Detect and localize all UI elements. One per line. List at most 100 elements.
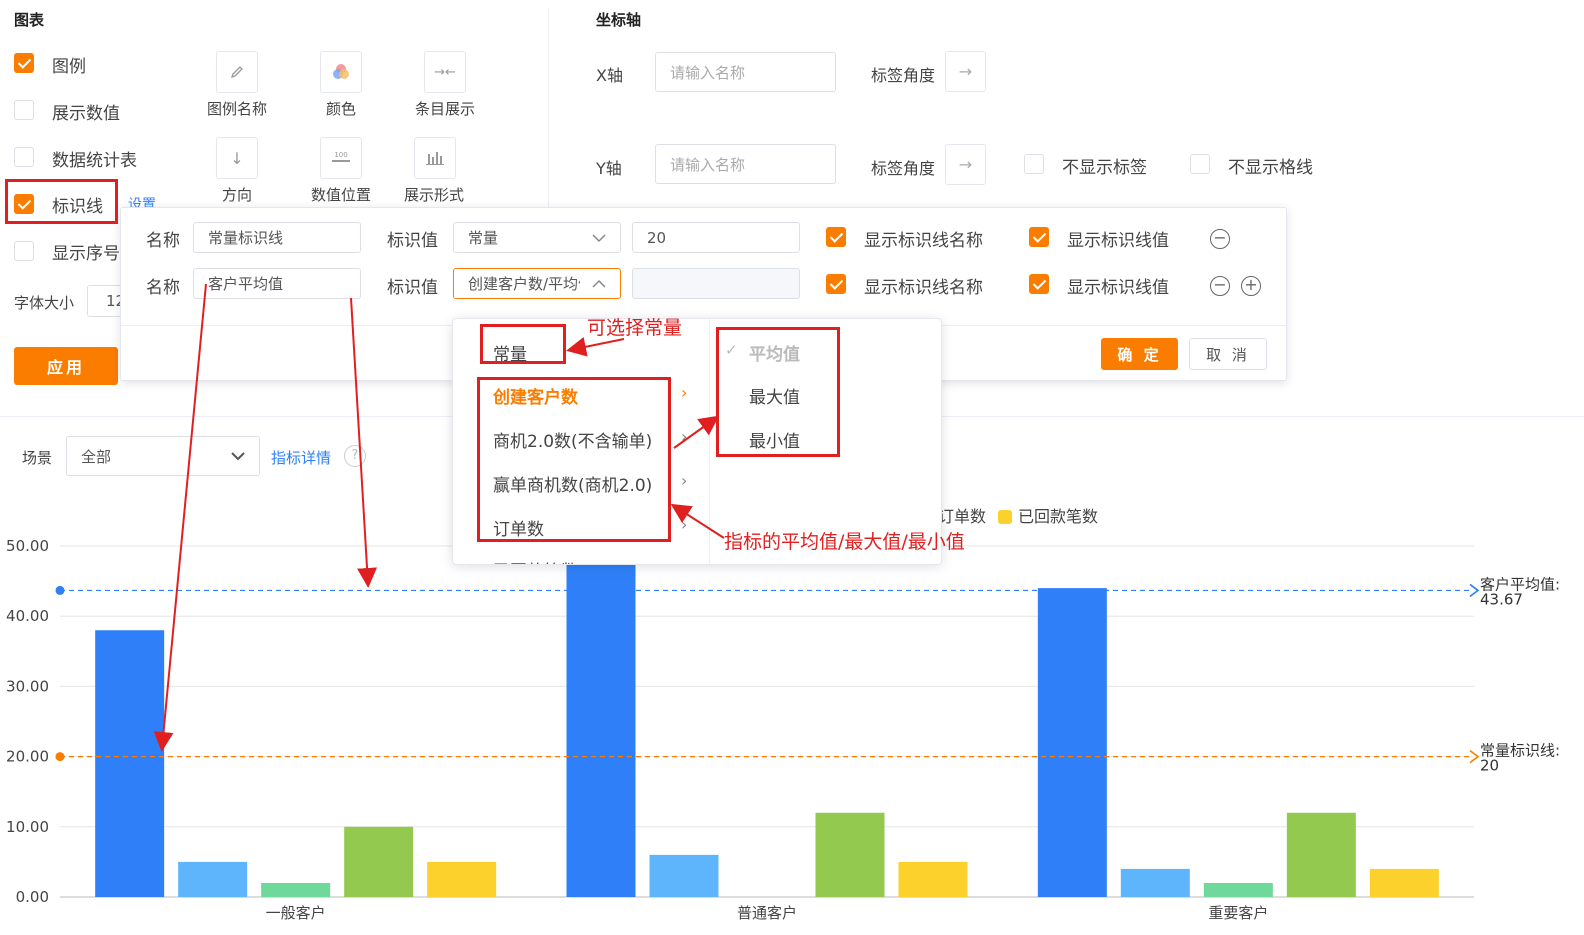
value-position-tool[interactable]: 100 bbox=[320, 137, 362, 179]
x-axis-label: X轴 bbox=[596, 66, 623, 85]
show-index-label: 显示序号 bbox=[52, 244, 120, 264]
help-icon[interactable]: ? bbox=[344, 445, 366, 467]
row2-type-value: 创建客户数/平均值 bbox=[468, 275, 580, 293]
legend-name-tool[interactable] bbox=[216, 51, 258, 93]
row1-constant-input[interactable]: 20 bbox=[632, 222, 800, 253]
x-angle-label: 标签角度 bbox=[871, 66, 936, 85]
chevron-right-icon: › bbox=[681, 471, 688, 490]
collapse-arrows-icon: →← bbox=[434, 64, 456, 80]
minus-icon: − bbox=[1213, 228, 1227, 247]
show-values-checkbox[interactable] bbox=[14, 100, 34, 120]
row2-type-select[interactable]: 创建客户数/平均值 bbox=[453, 268, 621, 299]
bar bbox=[649, 854, 719, 897]
show-index-checkbox[interactable] bbox=[14, 241, 34, 261]
bar bbox=[427, 861, 497, 897]
bar bbox=[1120, 868, 1190, 897]
apply-button[interactable]: 应用 bbox=[14, 347, 118, 385]
minus-icon: − bbox=[1213, 275, 1227, 294]
confirm-button[interactable]: 确 定 bbox=[1101, 338, 1178, 370]
row2-show-name-label: 显示标识线名称 bbox=[864, 278, 983, 298]
color-tool[interactable] bbox=[320, 51, 362, 93]
direction-tool[interactable]: ↓ bbox=[216, 137, 258, 179]
annotation-box-refline bbox=[5, 179, 118, 224]
row2-remove-button[interactable]: − bbox=[1210, 276, 1230, 296]
show-values-label: 展示数值 bbox=[52, 104, 120, 124]
legend-item-paid[interactable]: 已回款笔数 bbox=[998, 503, 1098, 527]
row1-type-select[interactable]: 常量 bbox=[453, 222, 621, 253]
annotation-text-constant: 可选择常量 bbox=[587, 317, 683, 339]
arrow-right-icon: → bbox=[958, 155, 973, 174]
display-form-tool[interactable] bbox=[414, 137, 456, 179]
bar bbox=[566, 563, 636, 897]
scene-select-value: 全部 bbox=[81, 447, 112, 466]
bar bbox=[1369, 868, 1439, 897]
bar bbox=[1203, 882, 1273, 897]
bar-chart-icon bbox=[426, 152, 444, 165]
metric-detail-link[interactable]: 指标详情 bbox=[271, 447, 331, 468]
bar bbox=[1037, 588, 1107, 897]
reference-line-start-dot bbox=[55, 752, 65, 762]
row1-name-label: 名称 bbox=[146, 231, 180, 251]
bar bbox=[898, 861, 968, 897]
y-axis-name-input[interactable]: 请输入名称 bbox=[655, 144, 836, 184]
x-tick-label: 普通客户 bbox=[737, 904, 797, 922]
row2-constant-input[interactable] bbox=[632, 268, 800, 299]
x-tick-label: 一般客户 bbox=[266, 904, 326, 922]
row1-show-value-label: 显示标识线值 bbox=[1067, 231, 1169, 251]
y-angle-button[interactable]: → bbox=[945, 144, 986, 185]
y-angle-label: 标签角度 bbox=[871, 159, 936, 178]
row2-show-value-checkbox[interactable] bbox=[1029, 274, 1049, 294]
row1-show-value-checkbox[interactable] bbox=[1029, 227, 1049, 247]
hide-gridlines-checkbox[interactable] bbox=[1190, 154, 1210, 174]
axis-section-title: 坐标轴 bbox=[596, 11, 642, 29]
cascader-divider bbox=[709, 319, 710, 564]
y-tick-label: 50.00 bbox=[6, 537, 49, 555]
y-tick-label: 10.00 bbox=[6, 818, 49, 836]
legend-name-tool-label: 图例名称 bbox=[206, 100, 267, 118]
y-tick-label: 20.00 bbox=[6, 748, 49, 766]
x-angle-button[interactable]: → bbox=[945, 51, 986, 92]
row1-type-value: 常量 bbox=[468, 229, 499, 247]
legend-swatch-paid bbox=[998, 510, 1012, 524]
scene-label: 场景 bbox=[22, 449, 53, 467]
data-table-label: 数据统计表 bbox=[52, 151, 137, 171]
y-tick-label: 0.00 bbox=[16, 888, 49, 906]
row1-name-input[interactable]: 常量标识线 bbox=[193, 222, 361, 253]
scene-select[interactable]: 全部 bbox=[66, 436, 260, 476]
hide-labels-checkbox[interactable] bbox=[1024, 154, 1044, 174]
legend-item-orders[interactable]: 订单数 bbox=[938, 503, 986, 527]
row2-show-name-checkbox[interactable] bbox=[826, 274, 846, 294]
legend-option-label: 图例 bbox=[52, 57, 86, 77]
cancel-button[interactable]: 取 消 bbox=[1189, 338, 1267, 370]
hide-labels-label: 不显示标签 bbox=[1062, 158, 1147, 178]
row1-show-name-checkbox[interactable] bbox=[826, 227, 846, 247]
bar bbox=[261, 882, 331, 897]
x-axis-name-input[interactable]: 请输入名称 bbox=[655, 52, 836, 92]
row2-value-label: 标识值 bbox=[387, 278, 438, 298]
row2-name-label: 名称 bbox=[146, 278, 180, 298]
font-size-label: 字体大小 bbox=[14, 294, 75, 312]
reference-line-arrow bbox=[1469, 583, 1480, 598]
row2-add-button[interactable]: + bbox=[1241, 276, 1261, 296]
bar bbox=[344, 826, 414, 897]
data-table-checkbox[interactable] bbox=[14, 147, 34, 167]
section-divider bbox=[548, 8, 549, 208]
bar bbox=[95, 630, 165, 897]
row2-name-input[interactable]: 客户平均值 bbox=[193, 268, 361, 299]
item-display-tool-label: 条目展示 bbox=[414, 100, 475, 118]
item-display-tool[interactable]: →← bbox=[424, 51, 466, 93]
chart-section-title: 图表 bbox=[14, 11, 45, 29]
color-palette-icon bbox=[333, 64, 349, 79]
row1-remove-button[interactable]: − bbox=[1210, 229, 1230, 249]
value-position-tool-label: 数值位置 bbox=[310, 186, 371, 204]
svg-text:100: 100 bbox=[334, 151, 347, 159]
arrow-right-icon: → bbox=[958, 62, 973, 81]
annotation-box-metrics bbox=[477, 377, 671, 542]
legend-label-orders: 订单数 bbox=[938, 507, 987, 526]
bar-chart: 0.00 10.00 20.00 30.00 40.00 50.00 一般客户 普通客户 重要客… bbox=[6, 537, 1560, 922]
display-form-tool-label: 展示形式 bbox=[403, 186, 464, 204]
row1-value-label: 标识值 bbox=[387, 231, 438, 251]
cascader-item-paid[interactable]: 已回款笔数 bbox=[493, 557, 578, 564]
legend-checkbox[interactable] bbox=[14, 53, 34, 73]
row2-show-value-label: 显示标识线值 bbox=[1067, 278, 1169, 298]
